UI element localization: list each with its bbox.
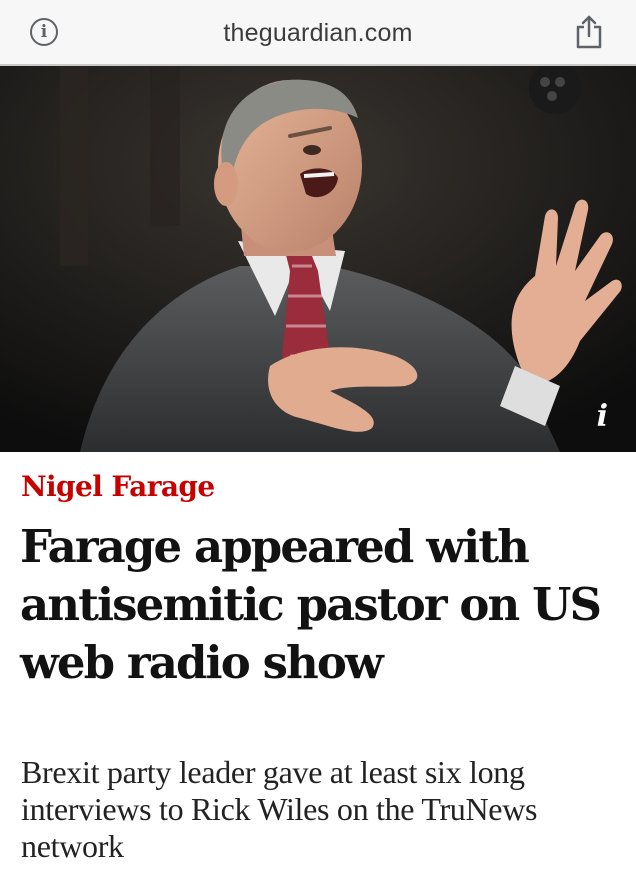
url-text[interactable]: theguardian.com (0, 19, 636, 48)
hero-photo[interactable]: i (0, 66, 636, 452)
browser-address-bar: i theguardian.com (0, 0, 636, 66)
article-kicker[interactable]: Nigel Farage (21, 470, 215, 503)
image-caption-info-icon[interactable]: i (597, 402, 608, 432)
share-icon[interactable] (574, 14, 604, 50)
article-headline: Farage appeared with antisemitic pastor … (20, 520, 602, 689)
article-standfirst: Brexit party leader gave at least six lo… (21, 754, 538, 864)
